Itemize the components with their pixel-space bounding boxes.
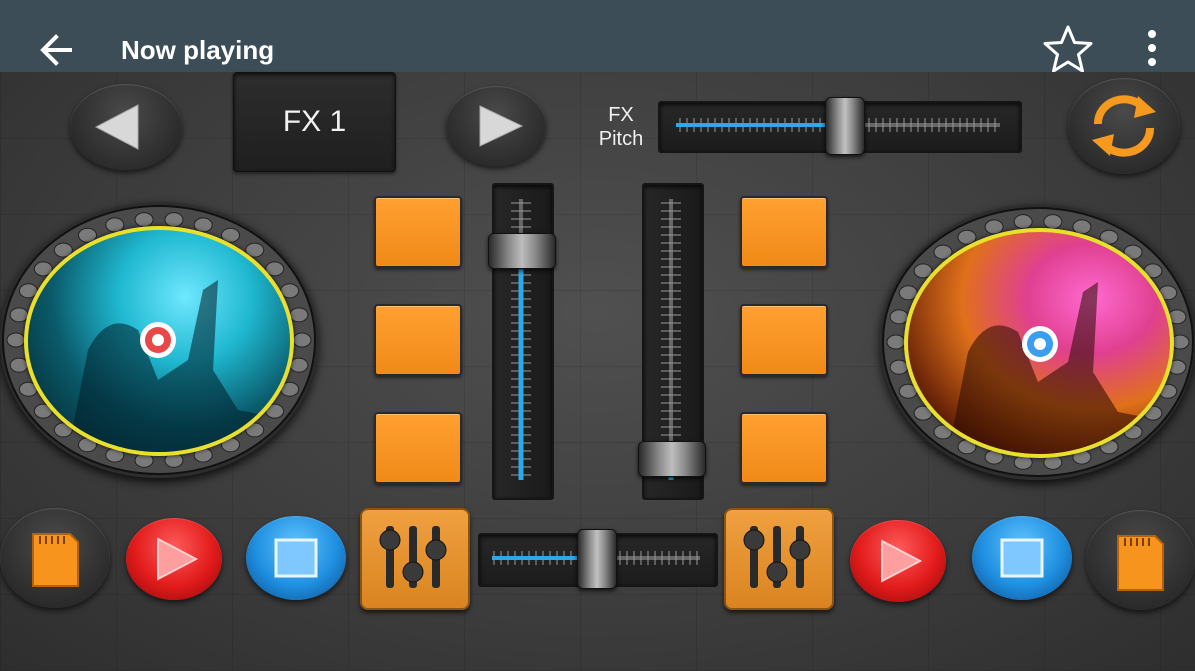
left-platter-art [68, 280, 290, 452]
right-load-track-button[interactable] [1086, 510, 1195, 610]
fx-prev-button[interactable] [70, 84, 182, 170]
fx-pitch-slider[interactable] [658, 97, 1022, 155]
left-pad-3[interactable] [374, 412, 462, 484]
right-pad-2[interactable] [740, 304, 828, 376]
left-stop-button[interactable] [246, 516, 346, 600]
fx-pitch-label-line2: Pitch [598, 128, 644, 150]
crossfader-slider[interactable] [478, 529, 718, 589]
triangle-left-icon [94, 104, 139, 150]
right-pad-1[interactable] [740, 196, 828, 268]
back-arrow-icon[interactable] [36, 30, 76, 70]
left-turntable[interactable] [0, 202, 318, 478]
sd-card-icon [1117, 535, 1164, 591]
app-bar: Now playing [0, 0, 1195, 73]
left-platter[interactable] [24, 226, 294, 456]
right-channel-slider-knob[interactable] [638, 440, 706, 477]
fx-label: FX 1 [233, 72, 396, 172]
sync-arrows-icon [1092, 95, 1156, 157]
play-icon [881, 539, 923, 583]
stop-square-icon [1000, 538, 1044, 578]
left-channel-slider-ticks [511, 199, 531, 480]
page-title: Now playing [121, 35, 275, 65]
fx-next-button[interactable] [446, 86, 546, 166]
right-channel-slider[interactable] [638, 183, 706, 500]
right-platter[interactable] [904, 228, 1174, 458]
right-mixer-button[interactable] [724, 508, 834, 610]
left-channel-slider-knob[interactable] [488, 232, 556, 269]
fx-pitch-label-line1: FX [608, 104, 634, 126]
fx-pitch-slider-knob[interactable] [825, 97, 866, 155]
triangle-right-icon [479, 105, 524, 147]
play-icon [157, 537, 199, 581]
crossfader-knob[interactable] [577, 529, 617, 589]
sync-button[interactable] [1068, 78, 1180, 174]
sd-card-icon [32, 533, 79, 587]
left-pad-1[interactable] [374, 196, 462, 268]
right-platter-art [948, 282, 1170, 454]
left-mixer-button[interactable] [360, 508, 470, 610]
right-pad-3[interactable] [740, 412, 828, 484]
left-play-button[interactable] [126, 518, 222, 600]
right-play-button[interactable] [850, 520, 946, 602]
more-vert-icon[interactable] [1140, 28, 1164, 68]
equalizer-sliders-icon [743, 526, 811, 588]
right-turntable[interactable] [880, 204, 1195, 480]
left-pad-2[interactable] [374, 304, 462, 376]
stop-square-icon [274, 538, 318, 578]
left-load-track-button[interactable] [0, 508, 110, 608]
left-channel-slider[interactable] [488, 183, 556, 500]
equalizer-sliders-icon [379, 526, 447, 588]
right-stop-button[interactable] [972, 516, 1072, 600]
fx-pitch-label: FX Pitch [590, 103, 652, 151]
star-outline-icon[interactable] [1041, 24, 1095, 76]
